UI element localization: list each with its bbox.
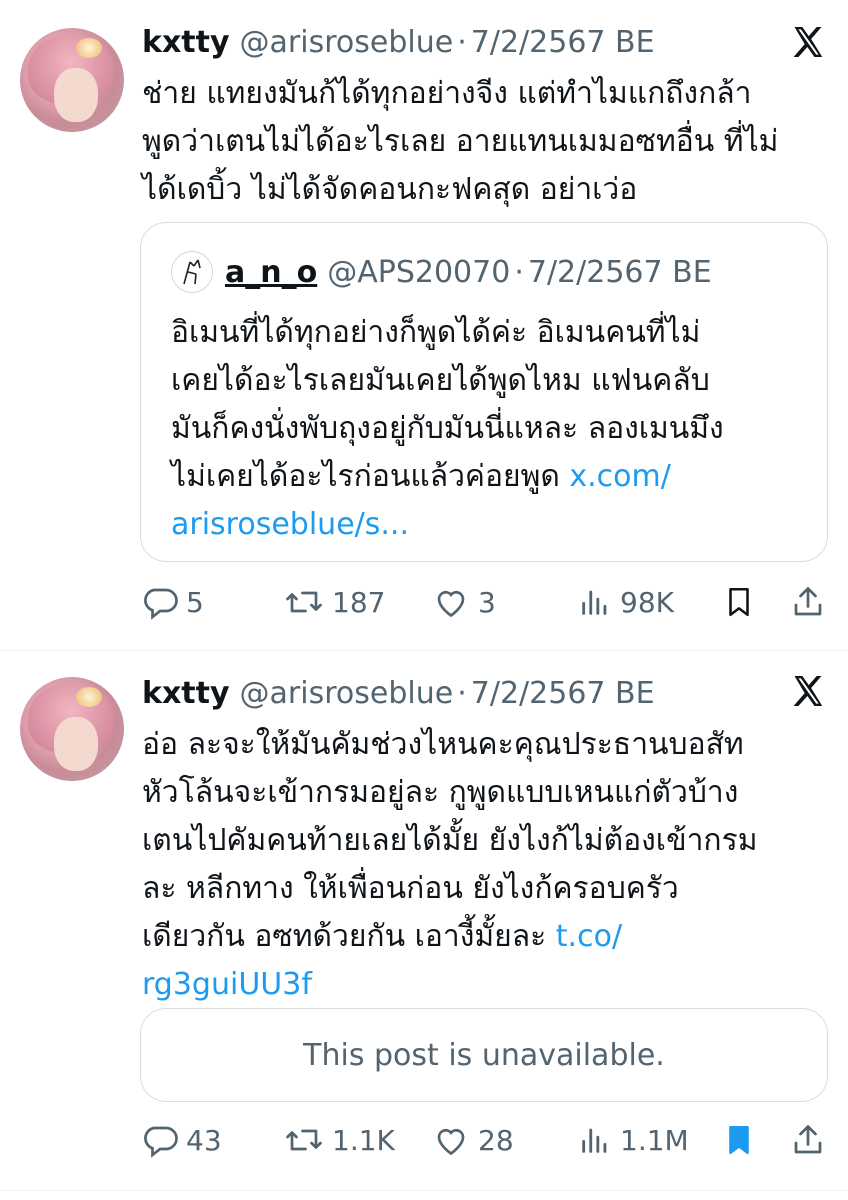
bookmark-button[interactable] — [722, 580, 756, 624]
post-date[interactable]: 7/2/2567 BE — [471, 25, 655, 60]
repost-icon — [286, 1129, 322, 1151]
quote-avatar[interactable] — [171, 251, 213, 293]
repost-button[interactable]: 1.1K — [284, 1118, 395, 1162]
repost-button[interactable]: 187 — [284, 580, 385, 624]
avatar[interactable] — [20, 28, 124, 132]
share-icon — [794, 587, 822, 616]
display-name[interactable]: kxtty — [142, 25, 230, 60]
x-logo-icon — [793, 676, 823, 706]
like-count: 3 — [478, 585, 496, 619]
share-icon — [794, 1125, 822, 1154]
view-count: 98K — [620, 585, 674, 619]
views-icon — [582, 590, 607, 615]
repost-count: 187 — [332, 585, 386, 619]
bookmark-button[interactable] — [722, 1118, 756, 1162]
action-bar: 43 1.1K 28 1.1M — [142, 1118, 832, 1162]
separator-dot: · — [457, 675, 467, 711]
tweet-2[interactable]: kxtty @arisroseblue · 7/2/2567 BE อ่อ ละ… — [0, 651, 848, 1200]
reply-count: 5 — [186, 585, 204, 619]
heart-icon — [437, 1128, 465, 1156]
tweet-text: อ่อ ละจะให้มันคัมช่วงไหนคะคุณประธานบอสัท… — [142, 721, 832, 1009]
display-name[interactable]: kxtty — [142, 676, 230, 711]
like-count: 28 — [478, 1123, 514, 1157]
reply-button[interactable]: 43 — [142, 1118, 222, 1162]
user-handle[interactable]: @arisroseblue — [240, 676, 454, 711]
unavailable-post: This post is unavailable. — [140, 1008, 828, 1102]
tweet-header: kxtty @arisroseblue · 7/2/2567 BE — [142, 671, 655, 715]
tweet-1[interactable]: kxtty @arisroseblue · 7/2/2567 BE ช่าย แ… — [0, 0, 848, 650]
heart-icon — [437, 590, 465, 618]
share-button[interactable] — [790, 1118, 826, 1162]
separator-dot: · — [457, 24, 467, 60]
quote-user-handle[interactable]: @APS20070 — [327, 255, 510, 290]
reply-icon — [144, 1126, 178, 1158]
unavailable-message: This post is unavailable. — [303, 1037, 665, 1073]
bookmark-icon — [729, 1125, 749, 1155]
x-logo-icon — [793, 27, 823, 57]
like-button[interactable]: 28 — [432, 1118, 514, 1162]
tweet-body: อ่อ ละจะให้มันคัมช่วงไหนคะคุณประธานบอสัท… — [142, 727, 758, 954]
views-button[interactable]: 1.1M — [578, 1118, 689, 1162]
separator-dot: · — [514, 254, 524, 290]
quote-text: อิเมนที่ได้ทุกอย่างก็พูดได้ค่ะ อิเมนคนที… — [171, 309, 801, 549]
action-bar: 5 187 3 98K — [142, 580, 832, 624]
like-button[interactable]: 3 — [432, 580, 496, 624]
bookmark-icon — [729, 587, 749, 617]
share-button[interactable] — [790, 580, 826, 624]
divider — [0, 1190, 848, 1191]
tweet-header: kxtty @arisroseblue · 7/2/2567 BE — [142, 20, 655, 64]
quote-display-name[interactable]: a_n_o — [225, 255, 317, 290]
tweet-text: ช่าย แทยงมันก้ได้ทุกอย่างจีง แต่ทำไมแกถึ… — [142, 76, 779, 207]
reply-count: 43 — [186, 1123, 222, 1157]
quote-date[interactable]: 7/2/2567 BE — [528, 255, 712, 290]
avatar[interactable] — [20, 677, 124, 781]
quote-header: a_n_o @APS20070 · 7/2/2567 BE — [171, 251, 712, 293]
view-count: 1.1M — [620, 1123, 689, 1157]
user-handle[interactable]: @arisroseblue — [240, 25, 454, 60]
post-date[interactable]: 7/2/2567 BE — [471, 676, 655, 711]
reply-icon — [144, 588, 178, 620]
quoted-post[interactable]: a_n_o @APS20070 · 7/2/2567 BE อิเมนที่ได… — [140, 222, 828, 562]
views-icon — [582, 1128, 607, 1153]
repost-count: 1.1K — [332, 1123, 395, 1157]
repost-icon — [286, 591, 322, 613]
reply-button[interactable]: 5 — [142, 580, 204, 624]
views-button[interactable]: 98K — [578, 580, 674, 624]
